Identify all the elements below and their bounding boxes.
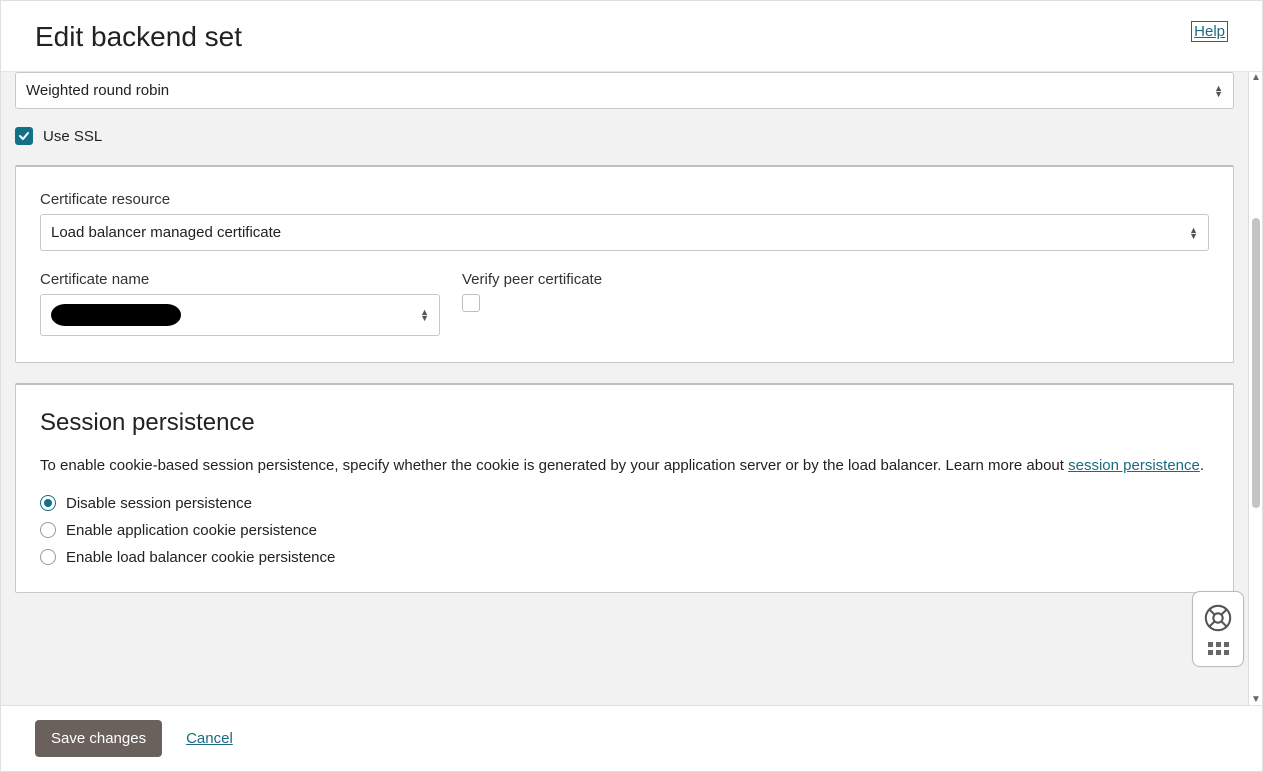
dialog-header: Edit backend set Help [1,1,1262,72]
radio-input[interactable] [40,549,56,565]
verify-peer-checkbox[interactable] [462,294,480,312]
policy-select[interactable]: Weighted round robin ▲▼ [15,72,1234,109]
cert-resource-value: Load balancer managed certificate [51,224,281,241]
chevron-updown-icon: ▲▼ [420,309,429,321]
lifebuoy-icon [1203,603,1233,633]
radio-disable-persistence[interactable]: Disable session persistence [40,495,1209,512]
verify-peer-label: Verify peer certificate [462,271,1209,288]
certificate-panel: Certificate resource Load balancer manag… [15,165,1234,363]
session-heading: Session persistence [40,409,1209,437]
chevron-updown-icon: ▲▼ [1189,227,1198,239]
use-ssl-checkbox[interactable] [15,127,33,145]
dialog-footer: Save changes Cancel [1,705,1262,771]
save-button[interactable]: Save changes [35,720,162,757]
use-ssl-label: Use SSL [43,128,102,145]
grid-dots-icon [1208,642,1229,655]
help-widget[interactable] [1192,591,1244,667]
scrollbar-thumb[interactable] [1252,218,1260,508]
radio-lb-cookie-persistence[interactable]: Enable load balancer cookie persistence [40,549,1209,566]
cert-resource-label: Certificate resource [40,191,1209,208]
scroll-down-icon[interactable]: ▼ [1251,694,1261,705]
policy-select-value: Weighted round robin [26,82,169,99]
session-persistence-doc-link[interactable]: session persistence [1068,457,1200,474]
scrollbar[interactable]: ▲ ▼ [1248,72,1262,705]
cancel-button[interactable]: Cancel [186,730,233,747]
use-ssl-row[interactable]: Use SSL [15,127,1234,145]
radio-label: Disable session persistence [66,495,252,512]
cert-name-value-redacted [51,304,181,326]
cert-name-label: Certificate name [40,271,440,288]
content-area: Weighted round robin ▲▼ Use SSL Certific… [1,72,1248,705]
session-description: To enable cookie-based session persisten… [40,455,1209,477]
help-link[interactable]: Help [1191,21,1228,42]
radio-label: Enable application cookie persistence [66,522,317,539]
session-persistence-panel: Session persistence To enable cookie-bas… [15,383,1234,593]
chevron-updown-icon: ▲▼ [1214,85,1223,97]
cert-name-select[interactable]: ▲▼ [40,294,440,336]
cert-resource-select[interactable]: Load balancer managed certificate ▲▼ [40,214,1209,251]
page-title: Edit backend set [35,21,242,53]
radio-input[interactable] [40,522,56,538]
radio-input[interactable] [40,495,56,511]
radio-app-cookie-persistence[interactable]: Enable application cookie persistence [40,522,1209,539]
radio-label: Enable load balancer cookie persistence [66,549,335,566]
scroll-up-icon[interactable]: ▲ [1251,72,1261,83]
